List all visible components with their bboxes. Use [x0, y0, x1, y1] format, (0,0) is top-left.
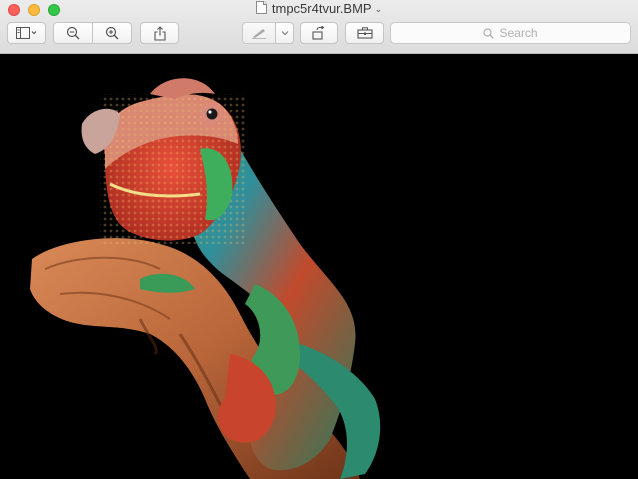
sidebar-icon	[15, 27, 36, 39]
pen-icon	[252, 29, 266, 39]
search-field[interactable]: Search	[390, 22, 631, 44]
toolbox-icon	[356, 27, 373, 39]
search-icon	[483, 27, 495, 39]
title-toolbar: tmpc5r4tvur.BMP ⌄ Search	[0, 0, 638, 54]
window-title-text: tmpc5r4tvur.BMP	[271, 1, 372, 16]
view-menu-button[interactable]	[7, 22, 46, 44]
chameleon-image	[30, 78, 381, 479]
zoom-in-icon	[105, 26, 119, 40]
chevron-down-icon	[281, 31, 288, 36]
rotate-button[interactable]	[300, 22, 338, 44]
title-chevron-icon: ⌄	[374, 4, 383, 14]
window-title[interactable]: tmpc5r4tvur.BMP ⌄	[0, 1, 638, 17]
share-button[interactable]	[140, 22, 179, 44]
markup-menu-button[interactable]	[275, 22, 294, 44]
markup-button[interactable]	[242, 22, 276, 44]
zoom-in-button[interactable]	[92, 22, 132, 44]
zoom-out-button[interactable]	[53, 22, 93, 44]
zoom-out-icon	[66, 26, 80, 40]
share-icon	[153, 25, 166, 41]
search-placeholder: Search	[499, 26, 538, 40]
rotate-icon	[312, 26, 325, 40]
document-icon	[255, 1, 267, 14]
image-viewer	[0, 54, 638, 479]
toolbox-button[interactable]	[345, 22, 384, 44]
preview-window: tmpc5r4tvur.BMP ⌄ Search	[0, 0, 638, 479]
